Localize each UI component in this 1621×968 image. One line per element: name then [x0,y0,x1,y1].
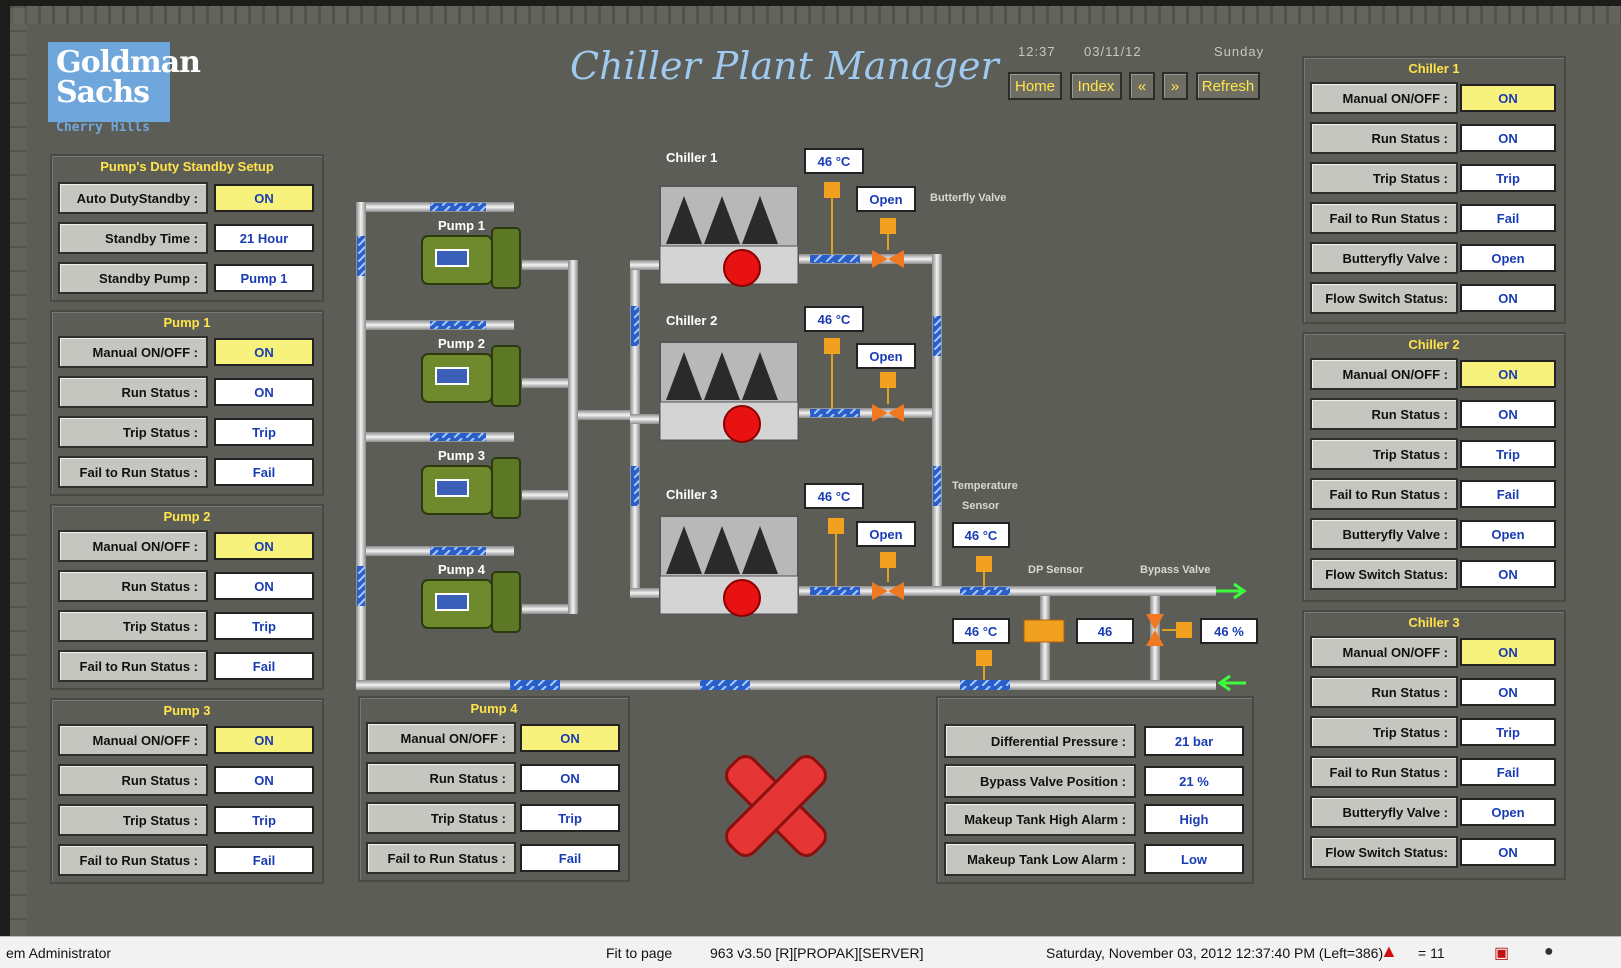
pipe [932,254,942,596]
chiller-3-temperature: 46 °C [804,483,864,509]
flow-indicator [430,203,486,211]
bypass-valve-label: Bypass Valve [1140,564,1211,576]
pump-1-icon[interactable] [421,227,521,289]
pump-2-label: Pump 2 [438,336,485,351]
hmi-screen: Goldman Sachs Cherry Hills Chiller Plant… [10,6,1621,936]
chiller-3-valve-state[interactable]: Open [856,521,916,547]
temperature-sensor-icon [824,338,840,408]
flow-indicator [810,409,860,417]
status-fit[interactable]: Fit to page [606,945,672,961]
flow-indicator [430,321,486,329]
flow-indicator [357,566,365,606]
status-datetime: Saturday, November 03, 2012 12:37:40 PM … [1046,945,1384,961]
pump-4-icon[interactable] [421,571,521,633]
status-user: em Administrator [6,945,112,961]
flow-indicator [700,680,750,690]
temperature-sensor-label: Temperature [952,480,1018,492]
flow-indicator [960,587,1010,595]
return-header-pipe [356,680,1216,690]
flow-indicator [631,466,639,506]
pump-4-label: Pump 4 [438,562,485,577]
warning-icon[interactable]: ▲ [1380,941,1398,962]
flow-indicator [631,306,639,346]
flow-indicator [430,547,486,555]
return-temperature: 46 °C [952,618,1010,644]
pipe [578,410,638,420]
chiller-2-label: Chiller 2 [666,313,718,328]
flow-indicator [810,587,860,595]
chiller-2-valve-state[interactable]: Open [856,343,916,369]
dp-sensor-label: DP Sensor [1028,564,1084,576]
close-icon[interactable]: ▣ [1494,943,1509,963]
pump-3-icon[interactable] [421,457,521,519]
temperature-sensor-icon [824,182,840,254]
butterfly-valve-label: Butterfly Valve [930,192,1007,204]
supply-temperature: 46 °C [952,522,1010,548]
pump-1-label: Pump 1 [438,218,485,233]
dp-sensor-value: 46 [1076,618,1134,644]
temperature-sensor-icon [976,556,992,586]
chiller-2-temperature: 46 °C [804,306,864,332]
chiller-3-icon[interactable] [659,515,799,617]
flow-indicator [510,680,560,690]
status-dot-icon: ● [1544,943,1554,960]
chiller-1-label: Chiller 1 [666,150,718,165]
piping-diagram [356,182,1247,891]
chiller-1-valve-state[interactable]: Open [856,186,916,212]
chiller-1-temperature: 46 °C [804,148,864,174]
pump-3-label: Pump 3 [438,448,485,463]
temperature-sensor-icon [976,650,992,680]
temperature-sensor-icon [828,518,844,586]
flow-indicator [933,316,941,356]
bypass-valve-value: 46 % [1200,618,1258,644]
pipe [568,260,578,614]
pump-2-icon[interactable] [421,345,521,407]
status-bar: em Administrator Fit to page 963 v3.50 [… [0,936,1621,968]
alarm-count: = 11 [1418,945,1445,961]
chiller-2-icon[interactable] [659,341,799,443]
flow-indicator [357,236,365,276]
temperature-sensor-label-2: Sensor [962,500,1000,512]
dp-sensor-icon [1023,619,1065,643]
flow-indicator [933,466,941,506]
flow-indicator [430,433,486,441]
chiller-3-label: Chiller 3 [666,487,718,502]
chiller-1-icon[interactable] [659,185,799,287]
flow-indicator [960,680,1010,690]
status-server: 963 v3.50 [R][PROPAK][SERVER] [710,945,924,961]
flow-indicator [810,255,860,263]
alarm-x-icon[interactable] [691,721,861,891]
